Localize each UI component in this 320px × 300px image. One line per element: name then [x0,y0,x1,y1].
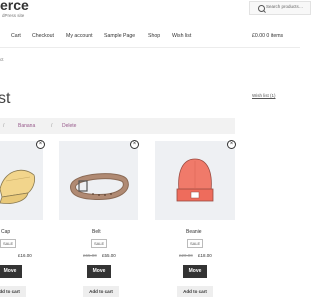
product-name[interactable]: Belt [92,229,101,235]
move-button[interactable]: Move [0,265,22,278]
breadcrumb-separator: / [3,123,5,129]
nav-wish-list[interactable]: Wish list [172,33,191,39]
move-button[interactable]: Move [87,265,111,278]
belt-image [69,173,129,201]
search-input[interactable]: Search products… [266,4,303,9]
price-old: £65.00 [83,253,97,258]
product-image-cap[interactable] [0,141,43,220]
header-cart-total[interactable]: £0.00 0 items [252,33,283,39]
site-description: dPress site [2,13,25,18]
add-to-cart-button[interactable]: Add to cart [83,286,119,297]
breadcrumb-item-banana[interactable]: Banana [18,123,35,129]
remove-icon[interactable]: × [227,140,236,149]
price-old: £20.00 [179,253,193,258]
sale-badge: SALE [187,239,204,248]
nav-shop[interactable]: Shop [148,33,160,39]
sale-badge: SALE [0,239,17,248]
page-title: st [0,90,11,107]
search-icon [258,5,265,12]
nav-my-account[interactable]: My account [66,33,93,39]
add-to-cart-button[interactable]: Add to cart [177,286,213,297]
add-to-cart-button[interactable]: Add to cart [0,286,26,297]
remove-icon[interactable]: × [36,140,45,149]
nav-cart[interactable]: Cart [11,33,21,39]
left-fragment: ct [0,57,4,62]
move-button[interactable]: Move [183,265,207,278]
remove-icon[interactable]: × [130,140,139,149]
wishlist-side-link[interactable]: Wish list (1) [252,93,276,98]
product-image-beanie[interactable] [155,141,235,220]
header-divider [0,47,300,48]
site-title[interactable]: erce [0,0,29,13]
product-name[interactable]: Cap [1,229,10,235]
nav-sample-page[interactable]: Sample Page [104,33,135,39]
cap-image [0,169,36,204]
nav-checkout[interactable]: Checkout [32,33,54,39]
product-image-belt[interactable] [59,141,138,220]
price-current: £18.00 [198,253,212,258]
breadcrumb-separator: / [51,123,53,129]
sale-badge: SALE [91,239,108,248]
price-current: £55.00 [102,253,116,258]
price-current: £16.00 [18,253,32,258]
product-name[interactable]: Beanie [186,229,202,235]
breadcrumb [0,118,235,134]
breadcrumb-item-delete[interactable]: Delete [62,123,76,129]
beanie-image [176,158,214,202]
